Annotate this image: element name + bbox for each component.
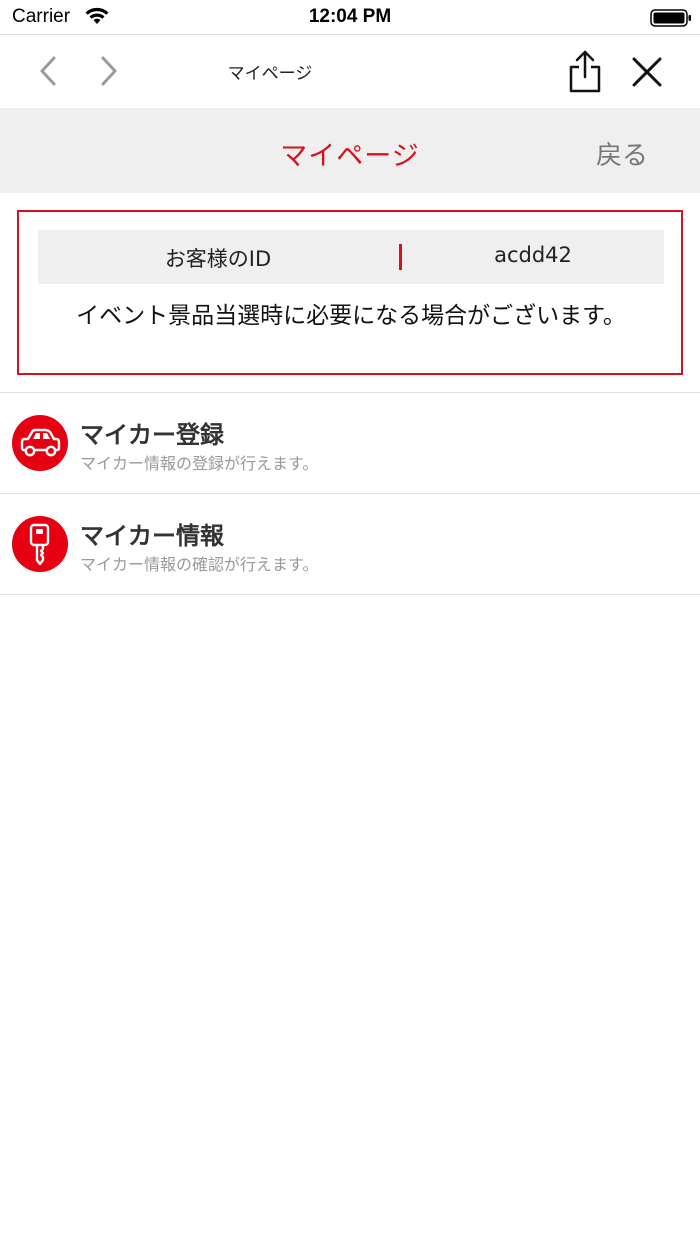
menu-list: マイカー登録 マイカー情報の登録が行えます。 マイカー情報 マイカー情報の確認が…: [0, 392, 700, 595]
battery-icon: [650, 9, 692, 31]
customer-id-label: お客様のID: [164, 247, 272, 271]
list-item-subtitle: マイカー情報の確認が行えます。: [80, 555, 319, 574]
page-header: マイページ 戻る: [0, 108, 700, 193]
key-icon: [12, 516, 68, 572]
page-title: マイページ: [280, 141, 420, 172]
car-icon: [12, 415, 68, 471]
back-link[interactable]: 戻る: [596, 135, 648, 172]
close-icon[interactable]: [630, 55, 664, 93]
browser-toolbar: マイページ: [0, 34, 700, 108]
forward-arrow-icon[interactable]: [95, 55, 123, 91]
clock-time: 12:04 PM: [308, 6, 392, 27]
list-item-mycar-info[interactable]: マイカー情報 マイカー情報の確認が行えます。: [0, 494, 700, 595]
customer-id-note: イベント景品当選時に必要になる場合がございます。: [76, 303, 626, 329]
customer-id-box: お客様のID acdd42 イベント景品当選時に必要になる場合がございます。: [17, 210, 683, 375]
status-bar: Carrier 12:04 PM: [0, 0, 700, 34]
share-icon[interactable]: [566, 49, 604, 99]
back-arrow-icon[interactable]: [34, 55, 62, 91]
list-item-mycar-register[interactable]: マイカー登録 マイカー情報の登録が行えます。: [0, 393, 700, 494]
list-item-title: マイカー情報: [80, 522, 224, 550]
customer-id-value: acdd42: [494, 243, 572, 267]
list-item-title: マイカー登録: [80, 421, 224, 449]
list-item-subtitle: マイカー情報の登録が行えます。: [80, 454, 319, 473]
browser-page-title: マイページ: [227, 64, 313, 84]
customer-id-row: お客様のID acdd42: [38, 230, 664, 284]
